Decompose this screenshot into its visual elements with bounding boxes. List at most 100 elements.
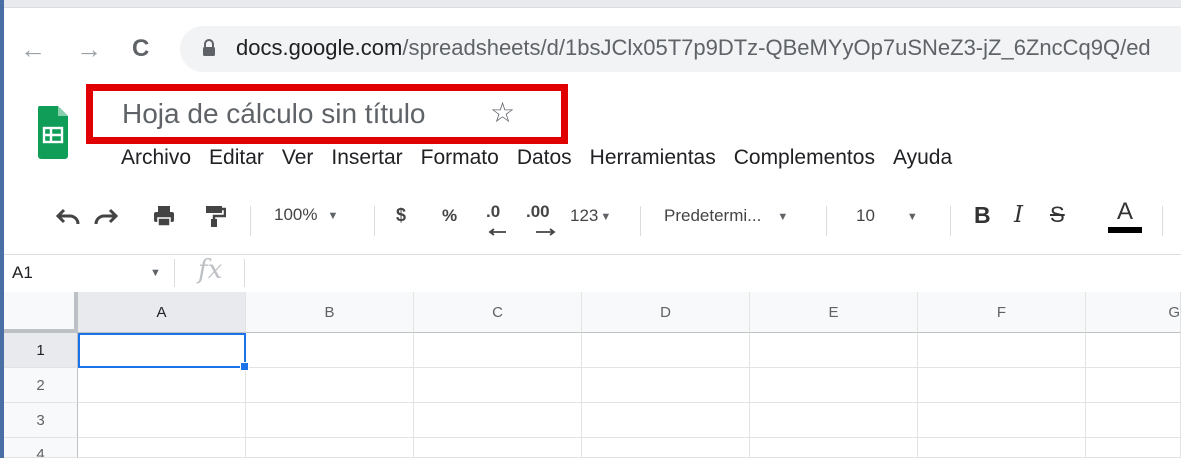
document-title[interactable]: Hoja de cálculo sin título: [122, 98, 426, 130]
grid-cell[interactable]: [582, 403, 750, 438]
chevron-down-icon: ▼: [600, 210, 612, 223]
formula-divider: [174, 259, 175, 287]
menu-archivo[interactable]: Archivo: [112, 146, 200, 176]
row-header-4[interactable]: 4: [4, 438, 78, 458]
name-box[interactable]: A1: [12, 263, 33, 283]
menu-ayuda[interactable]: Ayuda: [884, 146, 961, 176]
url-path: /spreadsheets/d/1bsJClx05T7p9DTz-QBeMYyO…: [402, 35, 1151, 60]
row-header-3[interactable]: 3: [4, 403, 78, 438]
grid-cell[interactable]: [78, 403, 246, 438]
font-size-select[interactable]: 10 ▼: [856, 206, 918, 226]
increase-decimals-button[interactable]: .00: [526, 202, 556, 236]
menu-formato[interactable]: Formato: [412, 146, 508, 176]
grid-cell[interactable]: [246, 333, 414, 368]
grid-cell[interactable]: [78, 438, 246, 458]
formula-bar: A1 ▼ fx: [4, 254, 1181, 292]
select-all-corner[interactable]: [4, 292, 78, 333]
grid-cell[interactable]: [918, 438, 1086, 458]
grid-cell[interactable]: [1086, 333, 1181, 368]
grid-cell[interactable]: [1086, 368, 1181, 403]
grid-cell[interactable]: [918, 368, 1086, 403]
increase-decimals-label: .00: [526, 202, 550, 221]
forward-button[interactable]: →: [76, 36, 102, 62]
grid-cell[interactable]: [414, 333, 582, 368]
redo-icon[interactable]: [92, 206, 119, 233]
strikethrough-button[interactable]: S: [1050, 202, 1065, 228]
font-family-value: Predetermi...: [664, 206, 762, 225]
grid-cell[interactable]: [750, 333, 918, 368]
grid-cell[interactable]: [582, 438, 750, 458]
toolbar-divider: [950, 206, 951, 236]
column-header-b[interactable]: B: [246, 292, 414, 333]
grid-cell[interactable]: [918, 403, 1086, 438]
grid-cell[interactable]: [246, 438, 414, 458]
grid-cell[interactable]: [78, 368, 246, 403]
toolbar: 100% ▼ $ % .0 .00 123 ▼ Predetermi... ▼ 10 ▼…: [4, 192, 1181, 248]
decrease-decimals-label: .0: [486, 202, 501, 221]
window-top-edge: [0, 0, 1181, 8]
text-color-swatch: [1108, 227, 1142, 233]
menu-editar[interactable]: Editar: [200, 146, 273, 176]
row-header-2[interactable]: 2: [4, 368, 78, 403]
toolbar-divider: [826, 206, 827, 236]
italic-button[interactable]: I: [1014, 202, 1023, 228]
star-icon[interactable]: ☆: [490, 96, 515, 129]
grid-cell[interactable]: [414, 438, 582, 458]
row-header-1[interactable]: 1: [4, 333, 78, 368]
fill-handle[interactable]: [240, 362, 249, 371]
text-color-button[interactable]: A: [1108, 198, 1142, 233]
font-family-select[interactable]: Predetermi... ▼: [664, 206, 788, 226]
text-color-label: A: [1116, 198, 1133, 225]
menu-datos[interactable]: Datos: [508, 146, 581, 176]
menu-bar: Archivo Editar Ver Insertar Formato Dato…: [112, 146, 961, 176]
reload-button[interactable]: C: [132, 36, 149, 62]
toolbar-divider: [1162, 206, 1163, 236]
active-cell-a1[interactable]: [78, 333, 246, 368]
chevron-down-icon: ▼: [777, 210, 789, 223]
arrow-right-icon: [536, 228, 556, 236]
url-text: docs.google.com/spreadsheets/d/1bsJClx05…: [236, 35, 1151, 61]
zoom-select[interactable]: 100% ▼: [274, 205, 338, 225]
grid-cell[interactable]: [414, 403, 582, 438]
print-icon[interactable]: [152, 204, 176, 233]
formula-divider: [244, 259, 245, 287]
more-formats-button[interactable]: 123 ▼: [570, 206, 611, 226]
menu-complementos[interactable]: Complementos: [725, 146, 884, 176]
undo-icon[interactable]: [55, 206, 82, 233]
decrease-decimals-button[interactable]: .0: [486, 202, 506, 236]
column-header-c[interactable]: C: [414, 292, 582, 333]
toolbar-divider: [374, 206, 375, 236]
grid-cell[interactable]: [1086, 438, 1181, 458]
back-button[interactable]: ←: [20, 36, 46, 62]
percent-format-button[interactable]: %: [442, 206, 457, 226]
grid-cell[interactable]: [414, 368, 582, 403]
sheets-logo-icon[interactable]: [36, 104, 70, 160]
bold-button[interactable]: B: [974, 202, 991, 229]
chevron-down-icon[interactable]: ▼: [150, 267, 161, 279]
menu-herramientas[interactable]: Herramientas: [581, 146, 725, 176]
grid-cell[interactable]: [750, 368, 918, 403]
currency-format-button[interactable]: $: [396, 205, 406, 226]
toolbar-divider: [640, 206, 641, 236]
zoom-value: 100%: [274, 205, 318, 224]
column-header-a[interactable]: A: [78, 292, 246, 333]
column-header-e[interactable]: E: [750, 292, 918, 333]
grid-cell[interactable]: [582, 368, 750, 403]
column-header-d[interactable]: D: [582, 292, 750, 333]
grid-cell[interactable]: [582, 333, 750, 368]
grid-cell[interactable]: [918, 333, 1086, 368]
menu-insertar[interactable]: Insertar: [322, 146, 411, 176]
menu-ver[interactable]: Ver: [273, 146, 323, 176]
grid-cell[interactable]: [246, 368, 414, 403]
column-header-g[interactable]: G: [1086, 292, 1181, 333]
url-domain: docs.google.com: [236, 35, 403, 60]
address-bar[interactable]: docs.google.com/spreadsheets/d/1bsJClx05…: [180, 26, 1181, 72]
spreadsheet-grid: A B C D E F G 1 2 3 4: [4, 292, 1181, 458]
column-header-f[interactable]: F: [918, 292, 1086, 333]
paint-format-icon[interactable]: [204, 204, 227, 233]
grid-cell[interactable]: [246, 403, 414, 438]
grid-cell[interactable]: [750, 403, 918, 438]
chevron-down-icon: ▼: [327, 209, 339, 222]
grid-cell[interactable]: [1086, 403, 1181, 438]
grid-cell[interactable]: [750, 438, 918, 458]
